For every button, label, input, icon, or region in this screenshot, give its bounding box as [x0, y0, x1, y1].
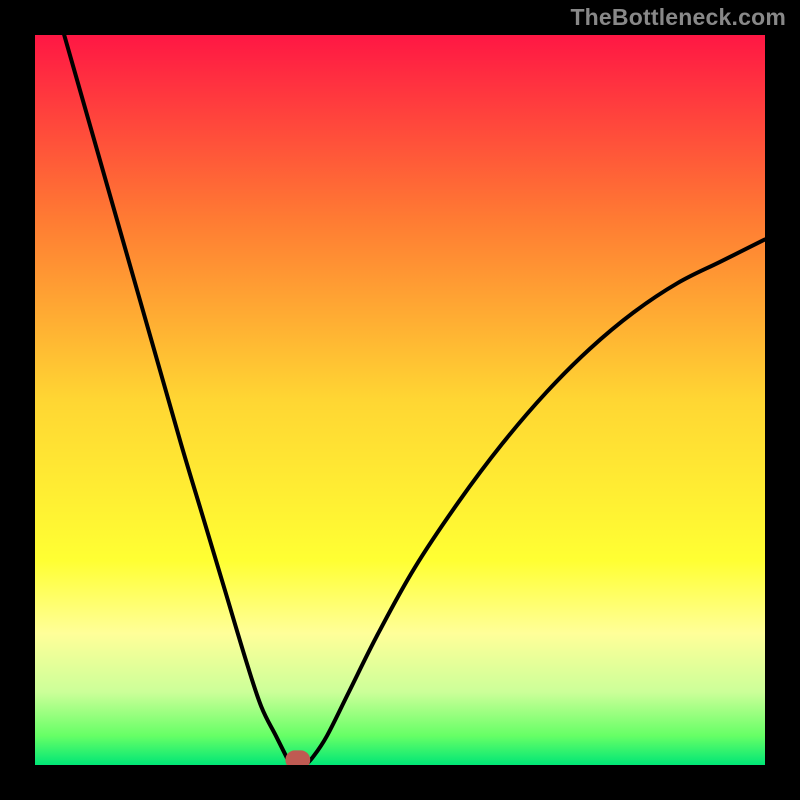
plot-background: [35, 35, 765, 765]
chart-frame: TheBottleneck.com: [0, 0, 800, 800]
min-point-marker: [289, 754, 307, 765]
watermark-text: TheBottleneck.com: [570, 4, 786, 31]
plot-svg: [35, 35, 765, 765]
